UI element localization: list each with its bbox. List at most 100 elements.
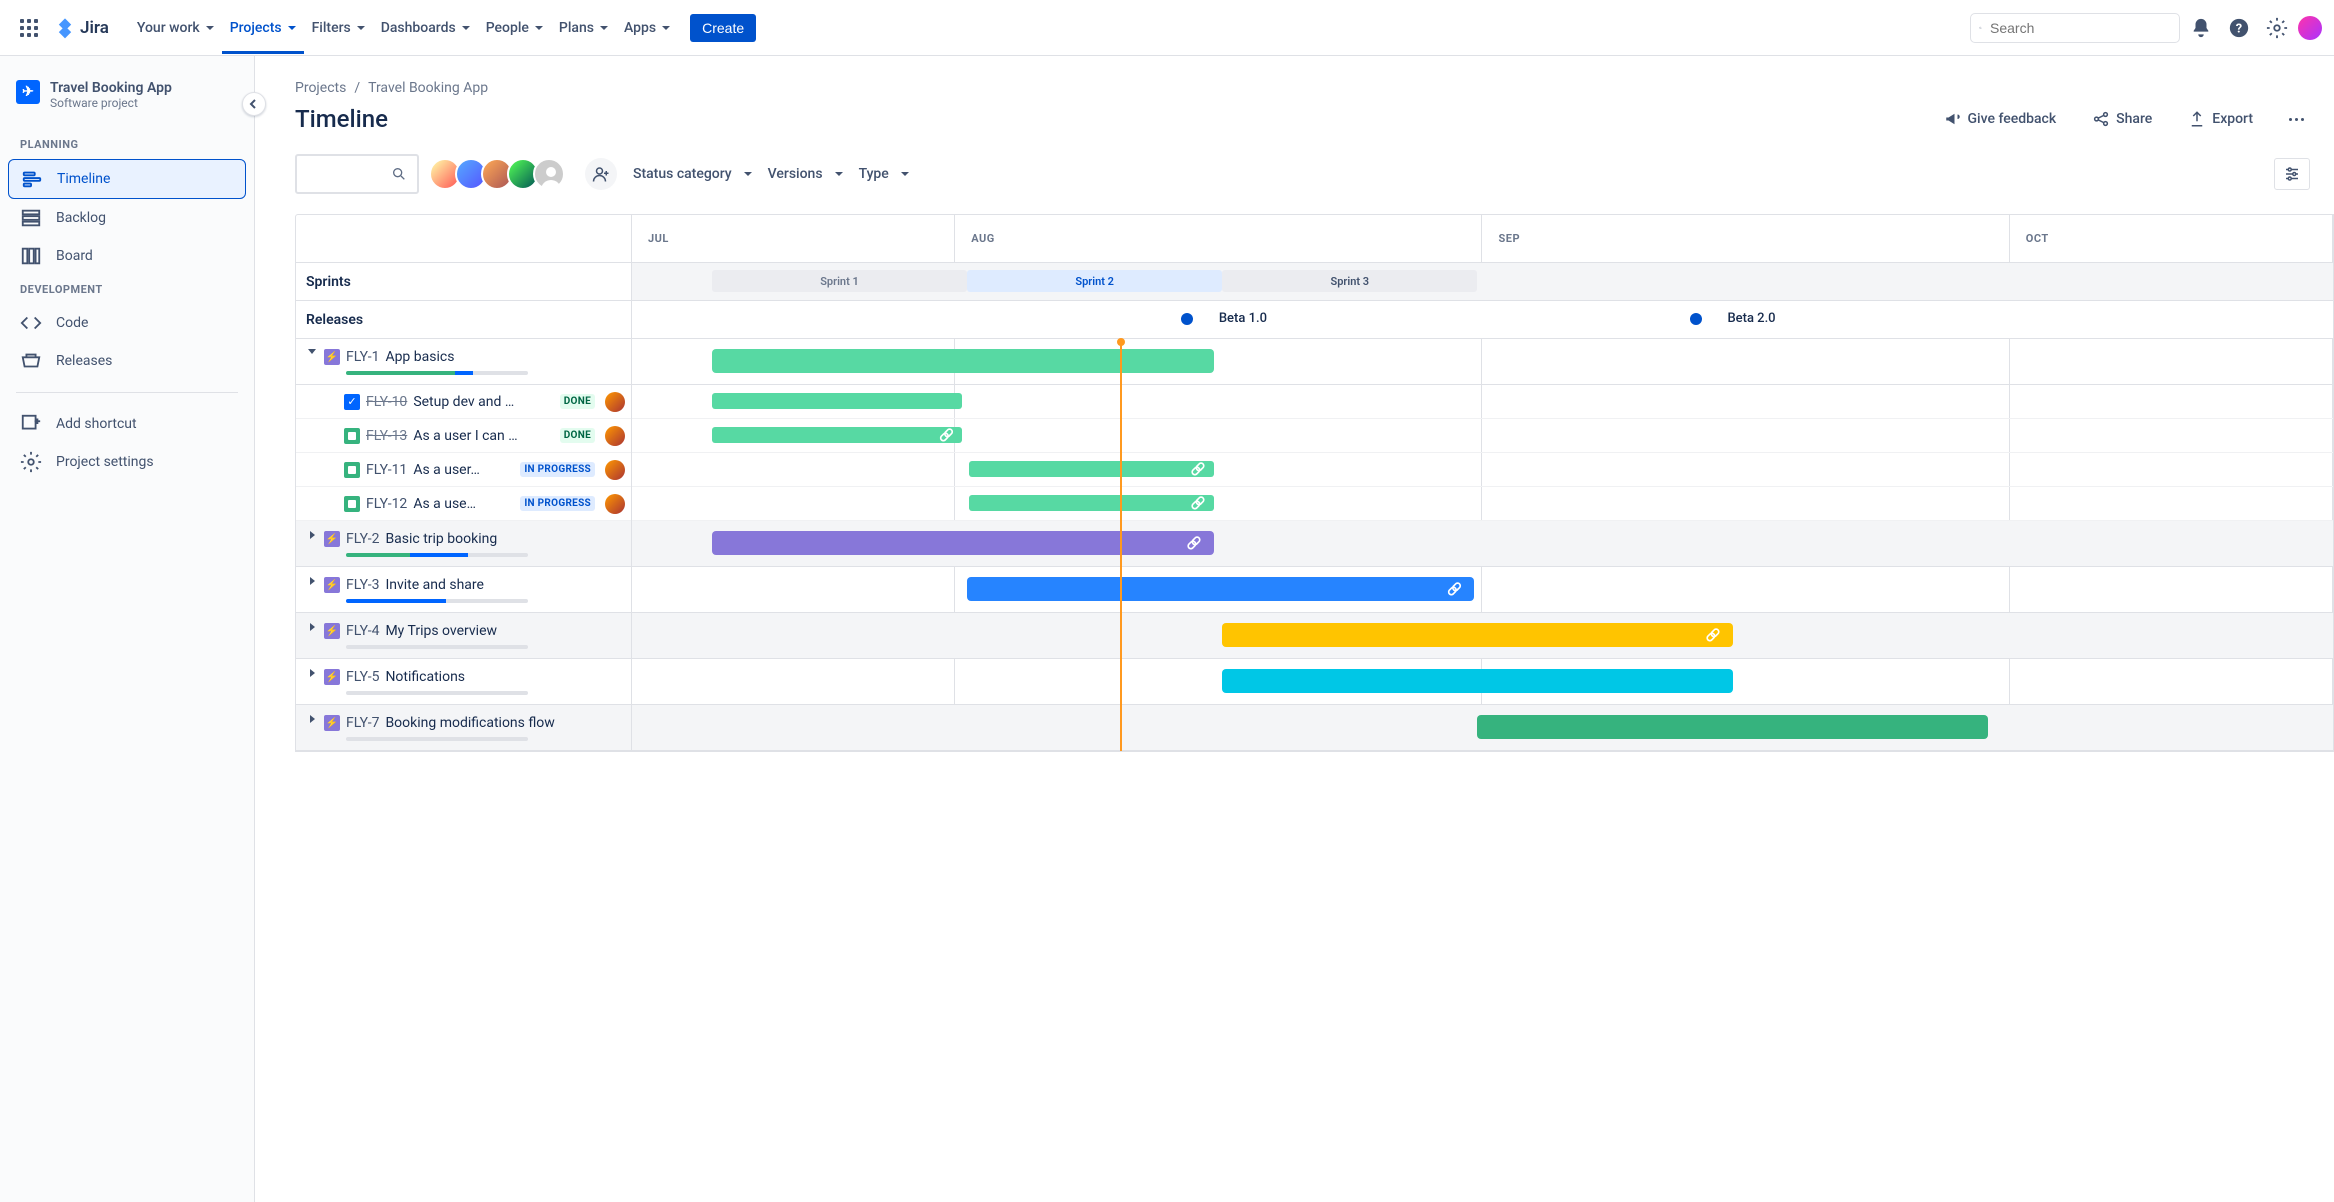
export-button[interactable]: Export: [2182, 104, 2259, 134]
status-badge: IN PROGRESS: [520, 462, 595, 477]
expand-toggle[interactable]: [306, 577, 318, 585]
release-marker[interactable]: [1181, 313, 1193, 325]
notifications-icon[interactable]: [2184, 11, 2218, 45]
nav-people[interactable]: People: [478, 2, 551, 54]
timeline-bar[interactable]: [712, 427, 962, 443]
breadcrumb-project[interactable]: Travel Booking App: [368, 80, 488, 96]
share-button[interactable]: Share: [2086, 104, 2158, 134]
epic-row[interactable]: FLY-5 Notifications: [296, 659, 631, 705]
sidebar-item-backlog[interactable]: Backlog: [8, 199, 246, 237]
breadcrumb-projects[interactable]: Projects: [295, 80, 346, 96]
app-switcher-icon[interactable]: [12, 11, 46, 45]
issue-key[interactable]: FLY-10: [366, 394, 407, 410]
sidebar: ✈ Travel Booking App Software project PL…: [0, 56, 255, 1202]
sidebar-item-board[interactable]: Board: [8, 237, 246, 275]
issue-key[interactable]: FLY-4: [346, 623, 379, 639]
timeline-bar[interactable]: [1222, 669, 1732, 693]
sprint-marker[interactable]: Sprint 3: [1222, 270, 1477, 292]
assignee-avatar[interactable]: [605, 392, 625, 412]
more-actions-button[interactable]: [2283, 112, 2310, 127]
link-icon: [1706, 627, 1721, 643]
view-settings-button[interactable]: [2274, 158, 2310, 190]
epic-bar-row: [632, 521, 2333, 567]
nav-apps[interactable]: Apps: [616, 2, 678, 54]
sidebar-item-releases[interactable]: Releases: [8, 342, 246, 380]
issue-summary: My Trips overview: [385, 623, 497, 639]
progress-bar: [346, 553, 528, 557]
issue-key[interactable]: FLY-1: [346, 349, 379, 365]
nav-plans[interactable]: Plans: [551, 2, 616, 54]
child-issue-row[interactable]: FLY-10 Setup dev and … DONE: [296, 385, 631, 419]
expand-toggle[interactable]: [306, 531, 318, 539]
sidebar-item-add-shortcut[interactable]: Add shortcut: [8, 405, 246, 443]
versions-filter[interactable]: Versions: [768, 166, 843, 182]
help-icon[interactable]: ?: [2222, 11, 2256, 45]
timeline-bar[interactable]: [969, 461, 1214, 477]
epic-icon: [324, 577, 340, 593]
nav-dashboards[interactable]: Dashboards: [373, 2, 478, 54]
expand-toggle[interactable]: [306, 715, 318, 723]
timeline-bar[interactable]: [969, 495, 1214, 511]
add-people-button[interactable]: [585, 158, 617, 190]
nav-your-work[interactable]: Your work: [129, 2, 222, 54]
release-marker[interactable]: [1690, 313, 1702, 325]
epic-icon: [324, 349, 340, 365]
sidebar-item-code[interactable]: Code: [8, 304, 246, 342]
timeline-bar[interactable]: [1222, 623, 1732, 647]
settings-icon[interactable]: [2260, 11, 2294, 45]
expand-toggle[interactable]: [306, 623, 318, 631]
timeline-bar[interactable]: [712, 531, 1214, 555]
project-name: Travel Booking App: [50, 80, 172, 96]
epic-row[interactable]: FLY-1 App basics: [296, 339, 631, 385]
create-button[interactable]: Create: [690, 14, 756, 42]
assignee-avatar[interactable]: [605, 460, 625, 480]
epic-row[interactable]: FLY-3 Invite and share: [296, 567, 631, 613]
timeline-bar[interactable]: [712, 393, 962, 409]
expand-toggle[interactable]: [306, 349, 318, 354]
issue-summary: App basics: [385, 349, 454, 365]
child-issue-row[interactable]: FLY-11 As a user… IN PROGRESS: [296, 453, 631, 487]
issue-key[interactable]: FLY-2: [346, 531, 379, 547]
unassigned-avatar[interactable]: [533, 158, 565, 190]
status-badge: DONE: [560, 428, 595, 443]
nav-items: Your workProjectsFiltersDashboardsPeople…: [129, 2, 678, 54]
child-bar-row: [632, 453, 2333, 487]
issue-key[interactable]: FLY-5: [346, 669, 379, 685]
product-name: Jira: [80, 18, 109, 38]
sprint-marker[interactable]: Sprint 2: [967, 270, 1222, 292]
give-feedback-button[interactable]: Give feedback: [1938, 104, 2063, 134]
assignee-avatar[interactable]: [605, 426, 625, 446]
epic-icon: [324, 715, 340, 731]
type-filter[interactable]: Type: [859, 166, 909, 182]
sprint-marker[interactable]: Sprint 1: [712, 270, 967, 292]
issue-key[interactable]: FLY-12: [366, 496, 407, 512]
epic-bar-row: [632, 705, 2333, 751]
progress-bar: [346, 691, 528, 695]
search-input[interactable]: [1990, 20, 2171, 36]
epic-row[interactable]: FLY-4 My Trips overview: [296, 613, 631, 659]
nav-projects[interactable]: Projects: [222, 2, 304, 54]
sprints-row: Sprint 1Sprint 2Sprint 3: [632, 263, 2333, 301]
status-category-filter[interactable]: Status category: [633, 166, 752, 182]
timeline-search[interactable]: [295, 154, 419, 194]
issue-key[interactable]: FLY-11: [366, 462, 407, 478]
issue-key[interactable]: FLY-3: [346, 577, 379, 593]
sidebar-item-project-settings[interactable]: Project settings: [8, 443, 246, 481]
epic-row[interactable]: FLY-2 Basic trip booking: [296, 521, 631, 567]
sidebar-item-timeline[interactable]: Timeline: [8, 159, 246, 199]
user-avatar[interactable]: [2298, 16, 2322, 40]
epic-row[interactable]: FLY-7 Booking modifications flow: [296, 705, 631, 751]
child-issue-row[interactable]: FLY-12 As a use… IN PROGRESS: [296, 487, 631, 521]
nav-filters[interactable]: Filters: [304, 2, 373, 54]
timeline-bar[interactable]: [1477, 715, 1987, 739]
assignee-avatar[interactable]: [605, 494, 625, 514]
jira-logo[interactable]: Jira: [50, 13, 113, 43]
timeline-bar[interactable]: [712, 349, 1214, 373]
global-search[interactable]: [1970, 13, 2180, 43]
issue-key[interactable]: FLY-7: [346, 715, 379, 731]
collapse-sidebar-button[interactable]: [242, 92, 266, 116]
issue-key[interactable]: FLY-13: [366, 428, 407, 444]
timeline-bar[interactable]: [967, 577, 1474, 601]
expand-toggle[interactable]: [306, 669, 318, 677]
child-issue-row[interactable]: FLY-13 As a user I can … DONE: [296, 419, 631, 453]
